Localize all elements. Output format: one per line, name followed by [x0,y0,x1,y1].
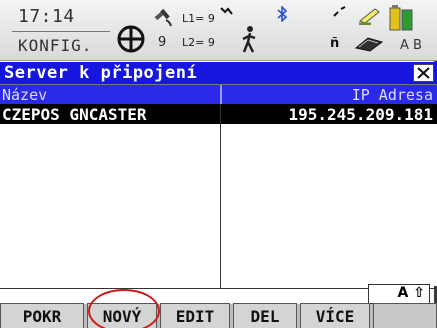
dialog-title: Server k připojení [4,63,198,83]
edit-card-icon [359,8,380,25]
battery-icon [389,5,413,31]
dialog-title-bar: Server k připojení [0,62,437,84]
satellite-count: 9 [158,35,167,50]
column-header-ip[interactable]: IP Adresa [352,86,433,104]
softkey-empty[interactable] [373,303,437,328]
status-bar: 17:14 KONFIG. 9 L1= 9 L2= 9 ñ A B [0,0,437,61]
server-table: CZEPOS GNCASTER 195.245.209.181 [0,104,437,286]
server-name: CZEPOS GNCASTER [2,105,147,124]
position-crosshair-icon [117,25,145,53]
satellite-icon [154,8,172,27]
memory-icon: ñ [330,36,339,50]
input-mode-indicator: A ⇧ [368,284,430,304]
highlight-annotation-circle [88,289,160,328]
table-header: Název IP Adresa [0,84,437,105]
column-header-name[interactable]: Název [2,86,47,104]
softkey-pokr[interactable]: POKR [0,303,84,328]
person-walking-icon [242,26,256,53]
status-divider [12,31,110,32]
close-button[interactable] [413,64,434,82]
softkey-edit[interactable]: EDIT [160,303,230,328]
keyboard-mode-indicator: A B [400,38,422,53]
column-separator [220,85,222,105]
table-column-divider [220,104,221,288]
clock: 17:14 [18,6,75,27]
softkey-del[interactable]: DEL [233,303,297,328]
svg-text:ñ: ñ [330,36,339,50]
mode-label: KONFIG. [18,36,93,55]
instrument-screen: 17:14 KONFIG. 9 L1= 9 L2= 9 ñ A B Server… [0,0,437,328]
server-ip: 195.245.209.181 [288,105,434,124]
table-row[interactable]: CZEPOS GNCASTER 195.245.209.181 [0,104,437,124]
bluetooth-icon [277,6,288,22]
l2-count: L2= 9 [182,36,215,49]
radio-link-icon [333,6,346,17]
l1-count: L1= 9 [182,12,215,25]
close-icon [417,67,430,79]
softkey-vice[interactable]: VÍCE [300,303,370,328]
signal-icon [220,7,233,15]
storage-card-icon [354,37,384,52]
